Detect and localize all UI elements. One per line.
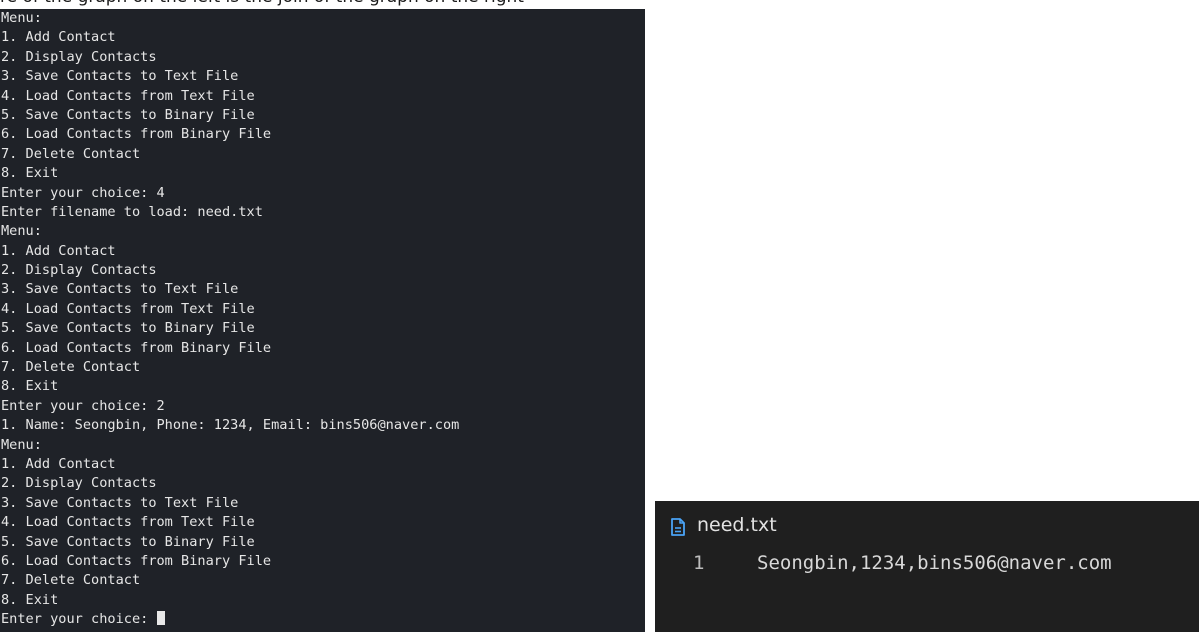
tab-filename: need.txt: [697, 514, 777, 536]
terminal-line: 6. Load Contacts from Binary File: [1, 552, 272, 569]
line-content: Seongbin,1234,bins506@naver.com: [757, 552, 1112, 574]
terminal-line: Menu:: [1, 223, 42, 240]
terminal-line: Menu:: [1, 10, 42, 26]
terminal-line: 7. Delete Contact: [1, 572, 141, 589]
caption-text: re of the graph on the left is the join …: [0, 0, 700, 9]
terminal-line: 1. Add Contact: [1, 242, 116, 259]
terminal-line: 4. Load Contacts from Text File: [1, 87, 255, 104]
text-editor-panel: need.txt 1 Seongbin,1234,bins506@naver.c…: [655, 501, 1199, 632]
terminal-line: 5. Save Contacts to Binary File: [1, 106, 255, 123]
terminal-line: 3. Save Contacts to Text File: [1, 68, 239, 85]
terminal-line: Enter your choice: 4: [1, 184, 165, 201]
terminal-prompt: Enter your choice:: [1, 611, 157, 628]
terminal-line: Menu:: [1, 436, 42, 453]
terminal-prompt-line[interactable]: Enter your choice:: [0, 610, 645, 629]
terminal-line: 2. Display Contacts: [1, 48, 157, 65]
terminal-window[interactable]: Menu: 1. Add Contact 2. Display Contacts 3.…: [0, 9, 645, 632]
terminal-line: 3. Save Contacts to Text File: [1, 494, 239, 511]
terminal-cursor: [156, 611, 165, 626]
terminal-line: 3. Save Contacts to Text File: [1, 281, 239, 298]
terminal-line: 4. Load Contacts from Text File: [1, 514, 255, 531]
terminal-line: 4. Load Contacts from Text File: [1, 300, 255, 317]
editor-tab[interactable]: need.txt: [655, 501, 1199, 549]
terminal-line: 1. Add Contact: [1, 29, 116, 46]
terminal-line: 8. Exit: [1, 165, 59, 182]
terminal-line: 7. Delete Contact: [1, 145, 141, 162]
terminal-line: 5. Save Contacts to Binary File: [1, 533, 255, 550]
terminal-line: 2. Display Contacts: [1, 475, 157, 492]
terminal-line: 8. Exit: [1, 591, 59, 608]
terminal-line: Enter filename to load: need.txt: [1, 203, 263, 220]
terminal-output: Menu: 1. Add Contact 2. Display Contacts 3.…: [0, 9, 645, 630]
terminal-line: 8. Exit: [1, 378, 59, 395]
line-number: 1: [693, 552, 705, 574]
terminal-line: 1. Name: Seongbin, Phone: 1234, Email: b…: [1, 417, 460, 434]
screenshot-root: re of the graph on the left is the join …: [0, 0, 1199, 632]
terminal-line: 2. Display Contacts: [1, 262, 157, 279]
terminal-line: Enter your choice: 2: [1, 397, 165, 414]
terminal-line: 7. Delete Contact: [1, 359, 141, 376]
terminal-line: 5. Save Contacts to Binary File: [1, 320, 255, 337]
terminal-line: 6. Load Contacts from Binary File: [1, 126, 272, 143]
terminal-line: 1. Add Contact: [1, 455, 116, 472]
terminal-line: 6. Load Contacts from Binary File: [1, 339, 272, 356]
editor-line[interactable]: 1 Seongbin,1234,bins506@naver.com: [655, 548, 1199, 578]
